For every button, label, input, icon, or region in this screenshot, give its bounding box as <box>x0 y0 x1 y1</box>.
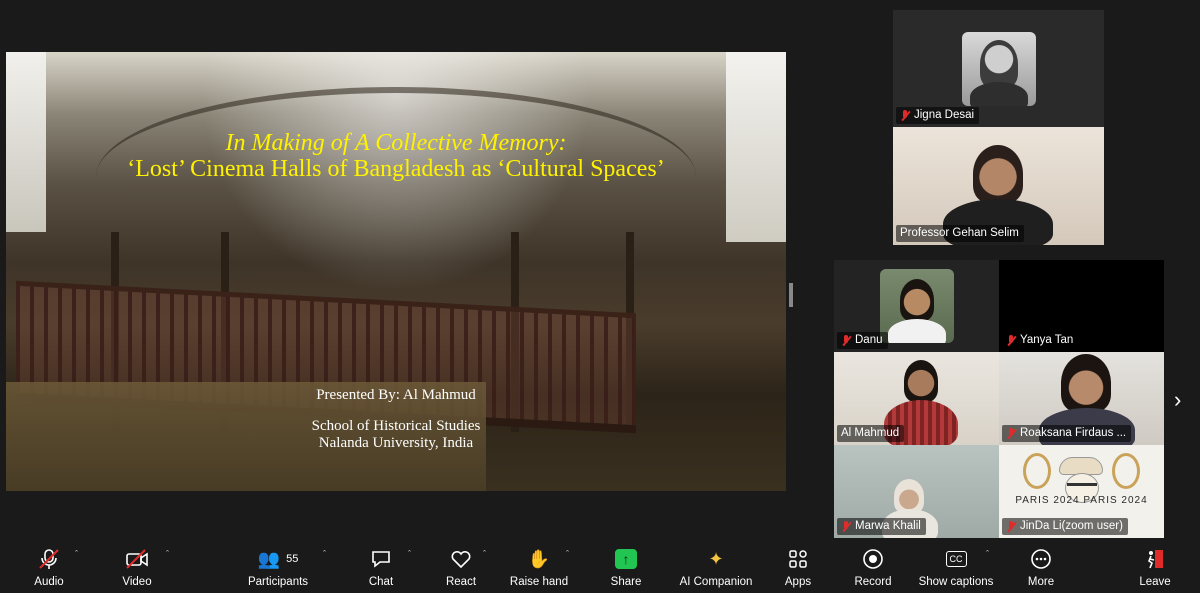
video-off-icon <box>112 547 162 571</box>
video-tile-yanya-tan[interactable]: Yanya Tan <box>999 260 1164 352</box>
participant-name-tag: Professor Gehan Selim <box>896 225 1024 242</box>
chat-icon <box>358 547 404 571</box>
mic-muted-icon <box>841 520 851 533</box>
chat-button[interactable]: Chat <box>358 547 404 593</box>
participants-button[interactable]: 👥 55 Participants <box>244 547 312 593</box>
participant-name-tag: Marwa Khalil <box>837 518 926 535</box>
participants-options-chevron-icon[interactable]: ˆ <box>323 549 326 559</box>
participant-name-tag: Jigna Desai <box>896 107 980 124</box>
record-icon <box>851 547 895 571</box>
slide-presenter: Presented By: Al Mahmud <box>316 387 476 403</box>
slide-title-line2: ‘Lost’ Cinema Halls of Bangladesh as ‘Cu… <box>127 156 665 182</box>
avatar <box>962 32 1036 106</box>
slide-school: School of Historical Studies <box>311 418 481 434</box>
next-page-arrow-icon[interactable]: › <box>1174 388 1190 412</box>
video-tile-danu[interactable]: Danu <box>834 260 999 352</box>
more-button[interactable]: More <box>1022 547 1060 593</box>
slide-university: Nalanda University, India <box>318 435 474 451</box>
react-button[interactable]: React <box>440 547 482 593</box>
video-options-chevron-icon[interactable]: ˆ <box>166 549 169 559</box>
mic-muted-icon <box>1006 520 1016 533</box>
participant-name-tag: Al Mahmud <box>837 425 905 442</box>
apps-button[interactable]: Apps <box>778 547 818 593</box>
avatar <box>880 269 954 343</box>
video-tile-jinda-li[interactable]: PARIS 2024 PARIS 2024 JinDa Li(zoom user… <box>999 445 1164 538</box>
meeting-toolbar: Audio ˆ Video ˆ 👥 55 Participants ˆ Chat… <box>0 541 1200 593</box>
ai-companion-button[interactable]: ✦ AI Companion <box>676 547 756 593</box>
participants-icon: 👥 <box>257 548 281 569</box>
chat-options-chevron-icon[interactable]: ˆ <box>408 549 411 559</box>
split-resize-handle[interactable] <box>789 283 793 307</box>
video-tile-marwa-khalil[interactable]: Marwa Khalil <box>834 445 999 538</box>
shared-screen-slide: In Making of A Collective Memory: ‘Lost’… <box>6 52 786 491</box>
video-tile-jigna-desai[interactable]: Jigna Desai <box>893 10 1104 127</box>
slide-title-line1: In Making of A Collective Memory: <box>225 130 567 156</box>
leave-icon <box>1136 547 1174 571</box>
mic-muted-icon <box>1006 334 1016 347</box>
more-icon <box>1022 547 1060 571</box>
record-button[interactable]: Record <box>851 547 895 593</box>
participants-count: 55 <box>286 553 299 565</box>
video-button[interactable]: Video <box>112 547 162 593</box>
video-tile-roaksana-firdaus[interactable]: Roaksana Firdaus ... <box>999 352 1164 445</box>
captions-options-chevron-icon[interactable]: ˆ <box>986 549 989 559</box>
participant-name-tag: Yanya Tan <box>1002 332 1079 349</box>
share-button[interactable]: ↑ Share <box>604 547 648 593</box>
participant-name-tag: JinDa Li(zoom user) <box>1002 518 1128 535</box>
audio-options-chevron-icon[interactable]: ˆ <box>75 549 78 559</box>
slide-affiliation: School of Historical Studies Nalanda Uni… <box>166 418 626 452</box>
mic-muted-icon <box>24 547 74 571</box>
mic-muted-icon <box>900 109 910 122</box>
apps-icon <box>778 547 818 571</box>
react-options-chevron-icon[interactable]: ˆ <box>483 549 486 559</box>
sparkle-icon: ✦ <box>708 548 724 569</box>
paris-2024-logo: PARIS 2024 PARIS 2024 <box>1009 453 1154 513</box>
participant-name-tag: Roaksana Firdaus ... <box>1002 425 1132 442</box>
heart-icon <box>440 547 482 571</box>
meeting-window: In Making of A Collective Memory: ‘Lost’… <box>0 0 1200 593</box>
audio-button[interactable]: Audio <box>24 547 74 593</box>
slide-background <box>6 52 46 232</box>
mic-muted-icon <box>1006 427 1016 440</box>
leave-button[interactable]: Leave <box>1136 547 1174 593</box>
video-tile-gehan-selim[interactable]: Professor Gehan Selim <box>893 127 1104 245</box>
mic-muted-icon <box>841 334 851 347</box>
share-screen-icon: ↑ <box>604 547 648 571</box>
video-tile-al-mahmud[interactable]: Al Mahmud <box>834 352 999 445</box>
hand-icon: ✋ <box>527 548 551 569</box>
participant-name-tag: Danu <box>837 332 888 349</box>
raise-hand-options-chevron-icon[interactable]: ˆ <box>566 549 569 559</box>
raise-hand-button[interactable]: ✋ Raise hand <box>509 547 569 593</box>
